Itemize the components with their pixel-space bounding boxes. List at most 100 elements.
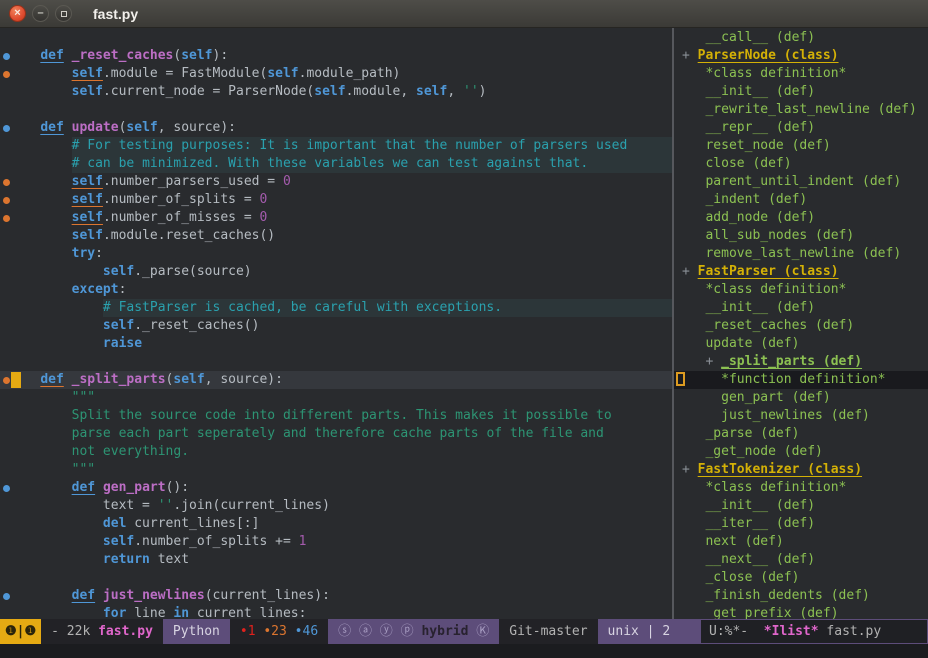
git-branch-segment[interactable]: Git-master <box>499 619 597 644</box>
flycheck-warning-count[interactable]: •23 <box>263 624 286 639</box>
code-line[interactable]: def update(self, source): <box>0 119 672 137</box>
imenu-item[interactable]: + FastParser (class) <box>674 263 928 281</box>
code-token: .number_of_misses = <box>103 209 260 227</box>
title-bar[interactable]: × – fast.py <box>0 0 928 28</box>
code-line[interactable]: self.number_parsers_used = 0 <box>0 173 672 191</box>
minimize-button[interactable]: – <box>32 5 49 22</box>
echo-area[interactable] <box>0 644 928 658</box>
code-token <box>9 407 72 425</box>
current-position-marker <box>11 372 21 388</box>
code-line[interactable]: self._reset_caches() <box>0 317 672 335</box>
imenu-item[interactable]: __iter__ (def) <box>674 515 928 533</box>
imenu-item[interactable]: _parse (def) <box>674 425 928 443</box>
code-line[interactable]: except: <box>0 281 672 299</box>
imenu-item[interactable]: reset_node (def) <box>674 137 928 155</box>
imenu-item[interactable]: close (def) <box>674 155 928 173</box>
code-token <box>9 317 103 335</box>
code-line[interactable]: self.number_of_splits += 1 <box>0 533 672 551</box>
imenu-item[interactable]: update (def) <box>674 335 928 353</box>
code-line[interactable]: def gen_part(): <box>0 479 672 497</box>
code-line[interactable]: def just_newlines(current_lines): <box>0 587 672 605</box>
code-token: self <box>181 47 212 65</box>
imenu-indent <box>682 83 705 101</box>
code-line[interactable]: Split the source code into different par… <box>0 407 672 425</box>
code-line[interactable]: def _split_parts(self, source): <box>0 371 672 389</box>
close-button[interactable]: × <box>9 5 26 22</box>
code-line[interactable]: self.current_node = ParserNode(self.modu… <box>0 83 672 101</box>
code-line[interactable]: self.module = FastModule(self.module_pat… <box>0 65 672 83</box>
imenu-item[interactable]: all_sub_nodes (def) <box>674 227 928 245</box>
imenu-item[interactable]: __init__ (def) <box>674 497 928 515</box>
imenu-item[interactable]: *class definition* <box>674 281 928 299</box>
imenu-item[interactable]: *function definition* <box>674 371 928 389</box>
code-token: (current_lines): <box>205 587 330 605</box>
code-line[interactable]: """ <box>0 461 672 479</box>
buffer-info-segment[interactable]: - 22k fast.py <box>41 619 163 644</box>
imenu-item[interactable]: + FastTokenizer (class) <box>674 461 928 479</box>
imenu-item[interactable]: gen_part (def) <box>674 389 928 407</box>
expand-icon[interactable]: + <box>705 353 721 371</box>
imenu-item[interactable]: + ParserNode (class) <box>674 47 928 65</box>
major-mode-segment[interactable]: Python <box>163 619 230 644</box>
code-line[interactable]: self._parse(source) <box>0 263 672 281</box>
flycheck-error-count[interactable]: •1 <box>240 624 256 639</box>
code-line[interactable] <box>0 101 672 119</box>
code-line[interactable]: return text <box>0 551 672 569</box>
code-line[interactable]: for line in current_lines: <box>0 605 672 619</box>
imenu-item[interactable]: add_node (def) <box>674 209 928 227</box>
code-line[interactable]: self.number_of_splits = 0 <box>0 191 672 209</box>
code-token <box>9 299 103 317</box>
imenu-item[interactable]: __init__ (def) <box>674 299 928 317</box>
imenu-item[interactable]: *class definition* <box>674 65 928 83</box>
imenu-item[interactable]: _get_prefix (def) <box>674 605 928 619</box>
code-token: : <box>119 281 127 299</box>
imenu-indent <box>682 587 705 605</box>
code-line[interactable]: del current_lines[:] <box>0 515 672 533</box>
imenu-item[interactable]: _rewrite_last_newline (def) <box>674 101 928 119</box>
code-line[interactable] <box>0 353 672 371</box>
imenu-item-label: close (def) <box>705 155 791 173</box>
flycheck-segment[interactable]: •1 •23 •46 <box>230 619 328 644</box>
expand-icon[interactable]: + <box>682 461 698 479</box>
imenu-item[interactable]: _finish_dedents (def) <box>674 587 928 605</box>
code-line[interactable]: # can be minimized. With these variables… <box>0 155 672 173</box>
imenu-item[interactable]: next (def) <box>674 533 928 551</box>
code-line[interactable]: self.number_of_misses = 0 <box>0 209 672 227</box>
imenu-item[interactable]: _close (def) <box>674 569 928 587</box>
code-line[interactable]: """ <box>0 389 672 407</box>
imenu-item[interactable]: __repr__ (def) <box>674 119 928 137</box>
code-token: self <box>72 227 103 245</box>
imenu-item[interactable]: __next__ (def) <box>674 551 928 569</box>
flycheck-warning-dot <box>3 377 10 384</box>
code-line[interactable]: raise <box>0 335 672 353</box>
code-line[interactable] <box>0 569 672 587</box>
expand-icon[interactable]: + <box>682 47 698 65</box>
maximize-button[interactable] <box>55 5 72 22</box>
code-line[interactable]: self.module.reset_caches() <box>0 227 672 245</box>
imenu-item[interactable]: just_newlines (def) <box>674 407 928 425</box>
imenu-item[interactable]: remove_last_newline (def) <box>674 245 928 263</box>
code-line[interactable]: # FastParser is cached, be careful with … <box>0 299 672 317</box>
imenu-item[interactable]: _get_node (def) <box>674 443 928 461</box>
imenu-item[interactable]: _indent (def) <box>674 191 928 209</box>
code-line[interactable]: def _reset_caches(self): <box>0 47 672 65</box>
code-line[interactable]: text = ''.join(current_lines) <box>0 497 672 515</box>
code-token: def <box>40 47 63 65</box>
code-line[interactable]: # For testing purposes: It is important … <box>0 137 672 155</box>
flycheck-info-dot <box>3 53 10 60</box>
imenu-item[interactable]: + _split_parts (def) <box>674 353 928 371</box>
imenu-item-label: next (def) <box>705 533 783 551</box>
code-line[interactable]: not everything. <box>0 443 672 461</box>
imenu-item[interactable]: _reset_caches (def) <box>674 317 928 335</box>
expand-icon[interactable]: + <box>682 263 698 281</box>
code-line[interactable]: parse each part seperately and therefore… <box>0 425 672 443</box>
imenu-item[interactable]: __call__ (def) <box>674 29 928 47</box>
imenu-item[interactable]: *class definition* <box>674 479 928 497</box>
code-editor[interactable]: def _reset_caches(self): self.module = F… <box>0 28 672 619</box>
code-token <box>9 47 40 65</box>
imenu-item[interactable]: __init__ (def) <box>674 83 928 101</box>
imenu-sidebar[interactable]: __call__ (def)+ ParserNode (class) *clas… <box>674 28 928 619</box>
flycheck-info-count[interactable]: •46 <box>295 624 318 639</box>
imenu-item[interactable]: parent_until_indent (def) <box>674 173 928 191</box>
code-line[interactable]: try: <box>0 245 672 263</box>
